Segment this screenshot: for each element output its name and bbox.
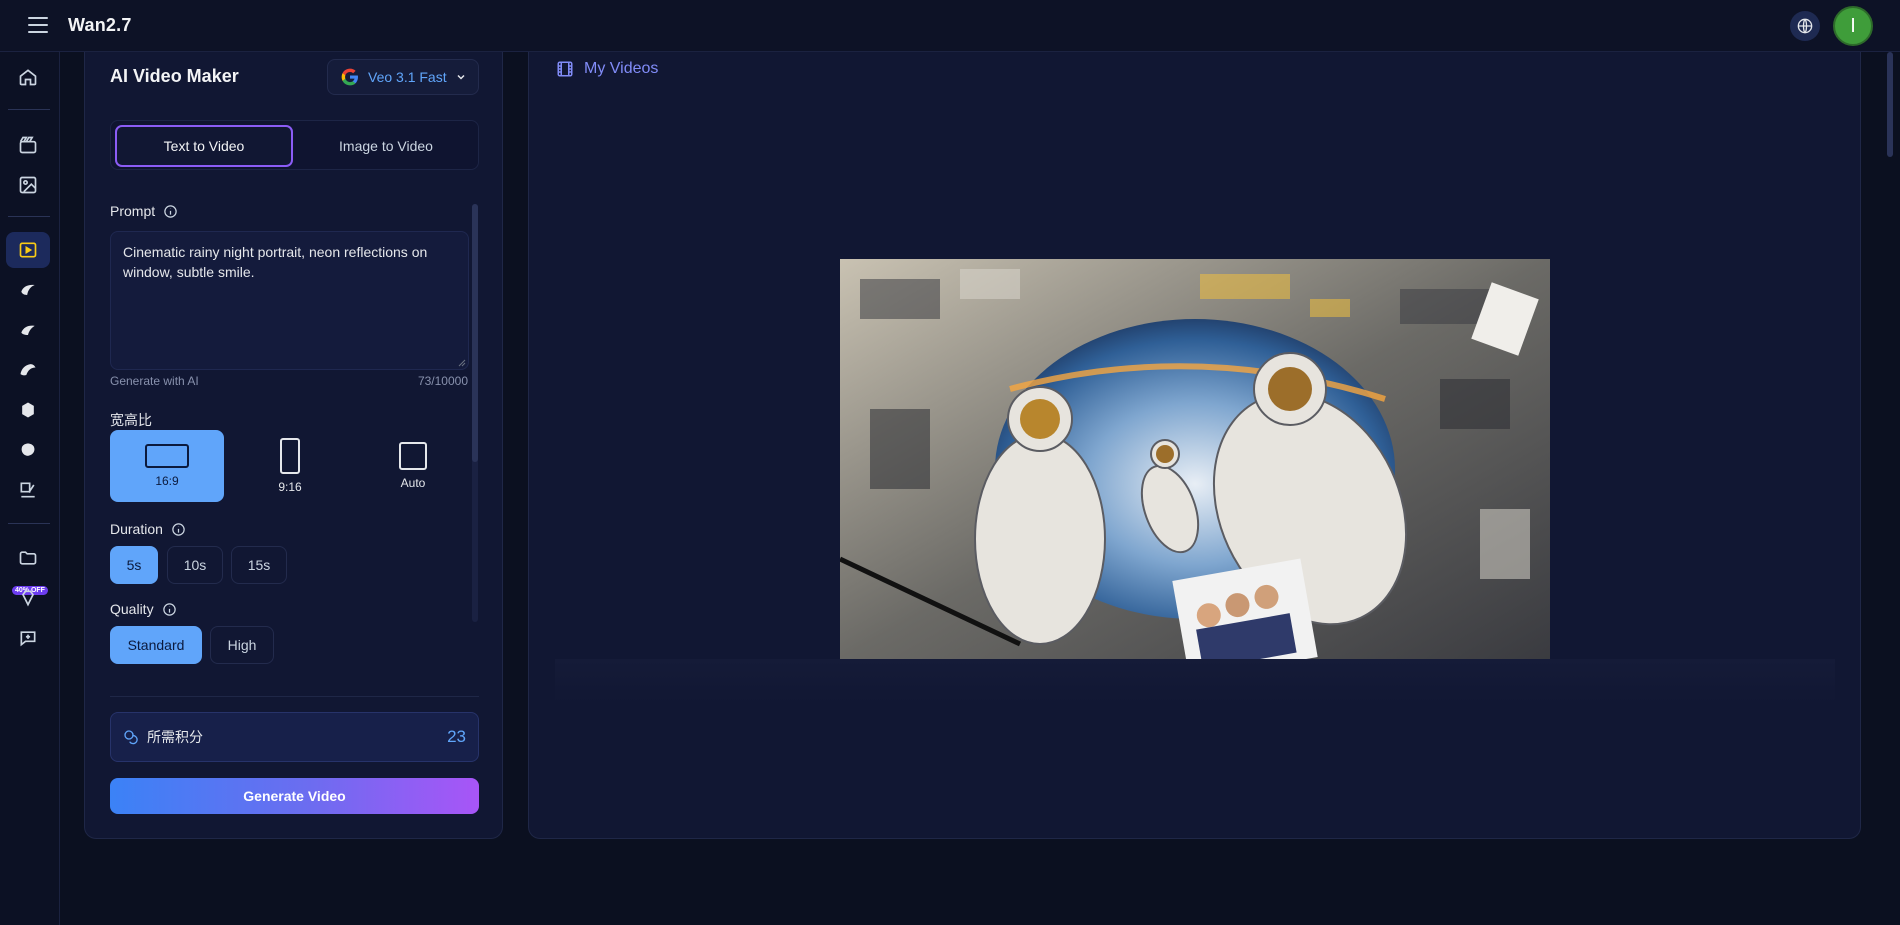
language-globe-button[interactable] [1790, 11, 1820, 41]
my-videos-title: My Videos [584, 60, 659, 77]
ai-video-maker-panel: AI Video Maker Veo 3.1 Fast Text to Vide… [84, 52, 503, 839]
model-icon-e [21, 443, 35, 456]
prompt-textarea[interactable]: Cinematic rainy night portrait, neon ref… [110, 231, 469, 370]
rail-support[interactable] [6, 620, 50, 656]
user-avatar[interactable]: I [1833, 6, 1873, 46]
info-icon[interactable] [163, 204, 178, 219]
rail-model-c[interactable] [6, 352, 50, 388]
ratio-auto-label: Auto [400, 476, 426, 490]
ratio-9-16[interactable]: 9:16 [233, 430, 347, 502]
support-chat-icon [20, 631, 36, 647]
folder-icon [19, 551, 37, 565]
rail-model-a[interactable] [6, 272, 50, 308]
panel-divider [110, 696, 479, 697]
google-icon [341, 68, 358, 86]
rail-folder[interactable] [6, 540, 50, 576]
chevron-down-icon [457, 74, 465, 80]
video-clapper-icon [19, 136, 37, 154]
duration-label-row: Duration [110, 521, 186, 537]
image-icon [19, 176, 37, 194]
rail-image[interactable] [6, 167, 50, 203]
mode-tabs: Text to Video Image to Video [110, 120, 479, 170]
diamond-icon [22, 590, 34, 607]
generate-video-button[interactable]: Generate Video [110, 778, 479, 814]
info-icon[interactable] [162, 602, 177, 617]
rail-video-library[interactable] [6, 127, 50, 163]
required-credits: 所需积分 23 [110, 712, 479, 762]
model-icon-d [22, 402, 34, 418]
rail-home[interactable] [6, 59, 50, 95]
model-icon-a [21, 284, 35, 295]
app-title[interactable]: Wan2.7 [68, 15, 132, 36]
video-play-icon [19, 242, 37, 258]
credits-coin-icon [124, 730, 138, 745]
rail-edit[interactable] [6, 472, 50, 508]
edit-icon [20, 482, 35, 498]
panel-scrollbar-thumb[interactable] [472, 204, 478, 462]
rail-pricing[interactable] [6, 580, 50, 616]
my-videos-panel: My Videos [528, 52, 1861, 839]
tab-text-to-video[interactable]: Text to Video [115, 125, 293, 167]
generate-with-ai-link[interactable]: Generate with AI [110, 374, 199, 388]
prompt-text: Cinematic rainy night portrait, neon ref… [123, 244, 428, 280]
quality-label-row: Quality [110, 601, 177, 617]
top-bar: Wan2.7 I [0, 0, 1900, 52]
video-preview[interactable] [840, 259, 1550, 659]
prompt-label: Prompt [110, 203, 156, 219]
duration-5s[interactable]: 5s [110, 546, 158, 584]
ratio-16-9-label: 16:9 [155, 474, 179, 488]
portrait-ratio-icon [280, 438, 300, 474]
landscape-ratio-icon [145, 444, 189, 468]
rail-model-e[interactable] [6, 432, 50, 468]
home-icon [19, 69, 37, 86]
credits-value: 23 [447, 727, 466, 746]
left-rail: 40% OFF [0, 52, 60, 925]
rail-model-b[interactable] [6, 312, 50, 348]
tab-image-to-video[interactable]: Image to Video [297, 125, 475, 167]
duration-label: Duration [110, 521, 163, 537]
quality-standard[interactable]: Standard [110, 626, 202, 664]
resize-grip-icon[interactable] [458, 359, 466, 367]
ratio-auto[interactable]: Auto [356, 430, 470, 502]
quality-high[interactable]: High [210, 626, 274, 664]
prompt-label-row: Prompt [110, 203, 178, 219]
panel-title: AI Video Maker [110, 66, 239, 86]
square-ratio-icon [399, 442, 427, 470]
duration-10s[interactable]: 10s [167, 546, 223, 584]
model-label: Veo 3.1 Fast [368, 69, 447, 85]
rail-model-d[interactable] [6, 392, 50, 428]
quality-label: Quality [110, 601, 154, 617]
credits-label: 所需积分 [147, 729, 203, 745]
hamburger-menu-icon[interactable] [28, 17, 48, 35]
model-icon-b [21, 325, 35, 335]
ratio-9-16-label: 9:16 [278, 480, 302, 494]
video-thumbnail-astronauts [840, 259, 1550, 659]
globe-icon [1797, 18, 1813, 34]
info-icon[interactable] [171, 522, 186, 537]
my-videos-header[interactable]: My Videos [556, 60, 658, 78]
aspect-ratio-label: 宽高比 [110, 412, 152, 428]
film-icon [557, 61, 573, 77]
ratio-16-9[interactable]: 16:9 [110, 430, 224, 502]
video-reflection [555, 659, 1835, 704]
duration-15s[interactable]: 15s [231, 546, 287, 584]
model-icon-c [20, 364, 36, 376]
char-count: 73/10000 [417, 374, 468, 388]
model-selector[interactable]: Veo 3.1 Fast [327, 59, 479, 95]
rail-ai-video[interactable] [6, 232, 50, 268]
page-scrollbar[interactable] [1887, 52, 1893, 157]
